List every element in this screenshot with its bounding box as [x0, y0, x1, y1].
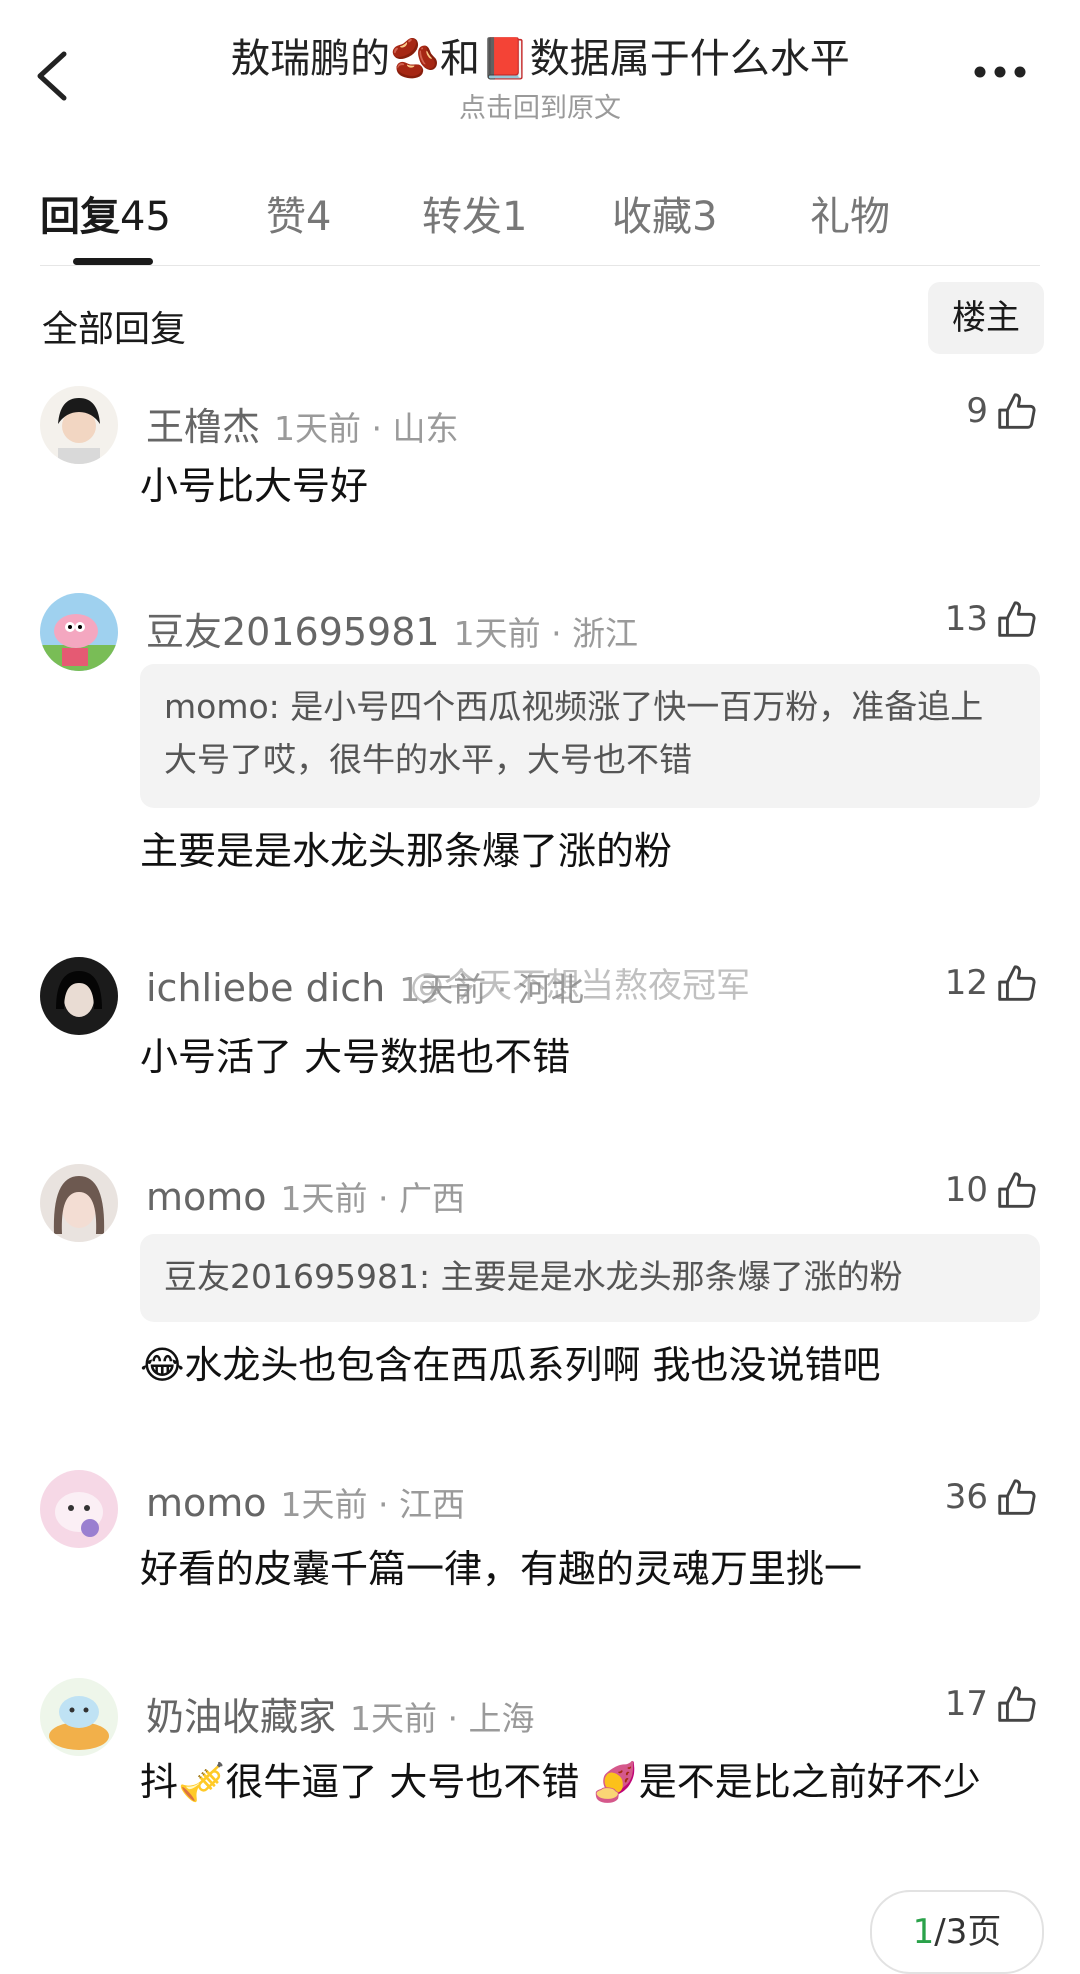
timestamp-location: 1天前 · 山东: [274, 409, 459, 448]
avatar-image: [40, 1470, 118, 1548]
tab-favorites[interactable]: 收藏3: [612, 184, 717, 242]
comment-text: 抖🎺很牛逼了 大号也不错 🍠是不是比之前好不少: [140, 1760, 981, 1804]
username[interactable]: 奶油收藏家: [146, 1695, 336, 1739]
post-title: 敖瑞鹏的🫘和📕数据属于什么水平: [230, 36, 850, 82]
like-count: 13: [944, 599, 988, 639]
tab-count: 1: [502, 194, 528, 240]
timestamp-location: 1天前 · 广西: [280, 1179, 465, 1218]
comment-header: 奶油收藏家 1天前 · 上海: [146, 1686, 534, 1741]
like-count: 17: [944, 1684, 988, 1724]
tab-label: 回复: [40, 194, 120, 240]
username[interactable]: momo: [146, 1175, 267, 1219]
avatar[interactable]: [40, 1164, 118, 1242]
tab-count: 45: [120, 194, 171, 240]
chevron-left-icon: [37, 51, 67, 101]
like-count: 36: [944, 1477, 988, 1517]
thumbs-up-icon: [998, 393, 1036, 429]
like-button[interactable]: 17: [930, 1682, 1040, 1732]
comment-text: 好看的皮囊千篇一律，有趣的灵魂万里挑一: [140, 1547, 863, 1591]
tab-label: 转发: [422, 194, 502, 240]
like-count: 12: [944, 963, 988, 1003]
current-page: 1: [912, 1912, 935, 1952]
tab-replies[interactable]: 回复45: [40, 184, 171, 242]
like-button[interactable]: 36: [930, 1475, 1040, 1525]
back-button[interactable]: [26, 40, 82, 112]
avatar-image: [40, 957, 118, 1035]
username[interactable]: momo: [146, 1481, 267, 1525]
comment-header: momo 1天前 · 江西: [146, 1478, 465, 1526]
quoted-reply[interactable]: 豆友201695981: 主要是是水龙头那条爆了涨的粉: [140, 1234, 1040, 1322]
timestamp-location: 1天前 · 上海: [350, 1699, 535, 1738]
avatar-image: [40, 1164, 118, 1242]
page-indicator[interactable]: 1/3页: [870, 1890, 1044, 1974]
quoted-reply[interactable]: momo: 是小号四个西瓜视频涨了快一百万粉，准备追上大号了哎，很牛的水平，大号…: [140, 664, 1040, 808]
watermark: @今天不想当熬夜冠军: [410, 966, 750, 1006]
more-dots-icon: [974, 66, 1026, 78]
username[interactable]: 豆友201695981: [146, 610, 440, 654]
comment-header: 豆友201695981 1天前 · 浙江: [146, 601, 638, 656]
avatar[interactable]: [40, 1470, 118, 1548]
tab-likes[interactable]: 赞4: [266, 184, 331, 242]
like-button[interactable]: 12: [930, 961, 1040, 1011]
tab-count: 3: [692, 194, 718, 240]
avatar[interactable]: [40, 386, 118, 464]
divider: [40, 265, 1040, 266]
like-count: 10: [944, 1170, 988, 1210]
thumbs-up-icon: [998, 1479, 1036, 1515]
avatar-image: [40, 1678, 118, 1756]
timestamp-location: 1天前 · 江西: [280, 1485, 465, 1524]
avatar-image: [40, 386, 118, 464]
avatar[interactable]: [40, 1678, 118, 1756]
comment-text: 😂水龙头也包含在西瓜系列啊 我也没说错吧: [140, 1343, 881, 1387]
like-button[interactable]: 13: [930, 597, 1040, 647]
comment-text: 小号比大号好: [140, 464, 369, 508]
op-only-filter-button[interactable]: 楼主: [928, 282, 1044, 354]
thumbs-up-icon: [998, 1172, 1036, 1208]
tab-label: 收藏: [612, 194, 692, 240]
timestamp-location: 1天前 · 浙江: [453, 614, 639, 653]
like-count: 9: [966, 391, 988, 431]
tab-label: 礼物: [810, 194, 890, 240]
comment-header: momo 1天前 · 广西: [146, 1172, 465, 1220]
total-pages: /3页: [934, 1912, 1002, 1952]
tab-reposts[interactable]: 转发1: [422, 184, 527, 242]
avatar-image: [40, 593, 118, 671]
username[interactable]: ichliebe dich: [146, 966, 385, 1010]
avatar[interactable]: [40, 593, 118, 671]
more-button[interactable]: [964, 50, 1036, 94]
tab-count: 4: [306, 194, 332, 240]
thumbs-up-icon: [998, 965, 1036, 1001]
comment-header: 王橹杰 1天前 · 山东: [146, 396, 458, 451]
comment-text: 小号活了 大号数据也不错: [140, 1035, 571, 1079]
like-button[interactable]: 10: [930, 1168, 1040, 1218]
username[interactable]: 王橹杰: [146, 405, 260, 449]
back-to-original-link[interactable]: 点击回到原文: [160, 86, 920, 125]
comment-text: 主要是是水龙头那条爆了涨的粉: [140, 829, 673, 873]
avatar[interactable]: [40, 957, 118, 1035]
tab-gifts[interactable]: 礼物: [810, 184, 890, 242]
section-title: 全部回复: [42, 309, 187, 350]
tab-label: 赞: [266, 194, 306, 240]
thumbs-up-icon: [998, 1686, 1036, 1722]
thumbs-up-icon: [998, 601, 1036, 637]
active-tab-indicator: [73, 258, 153, 265]
like-button[interactable]: 9: [930, 389, 1040, 439]
